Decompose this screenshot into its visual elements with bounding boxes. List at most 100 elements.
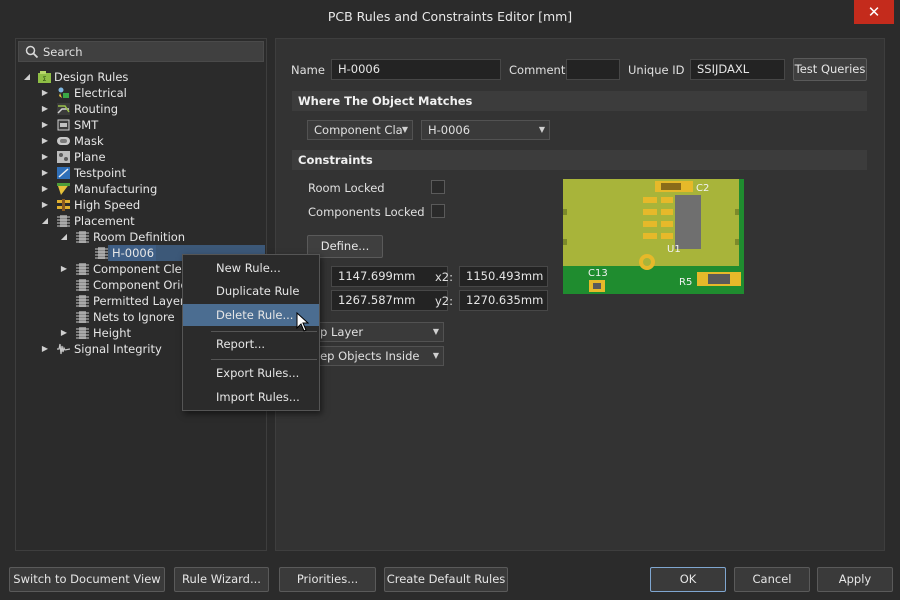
select-value: op Layer (313, 325, 364, 339)
name-input[interactable]: H-0006 (331, 59, 501, 80)
r5-label: R5 (679, 277, 692, 288)
close-button[interactable]: ✕ (854, 0, 894, 24)
expand-arrow-icon[interactable]: ▶ (59, 261, 69, 277)
confinement-select[interactable]: eep Objects Inside ▼ (306, 346, 444, 366)
tree-label: Routing (74, 102, 119, 116)
context-menu: New Rule... Duplicate Rule Delete Rule..… (182, 254, 320, 411)
collapse-arrow-icon[interactable]: ◢ (40, 213, 50, 229)
cancel-button[interactable]: Cancel (734, 567, 810, 592)
y2-input[interactable]: 1270.635mm (459, 290, 548, 311)
x2-input[interactable]: 1150.493mm (459, 266, 548, 287)
components-locked-label: Components Locked (308, 205, 425, 219)
tree-label: Permitted Layers (93, 294, 191, 308)
tree-label: Signal Integrity (74, 342, 162, 356)
tree-label: Testpoint (74, 166, 126, 180)
signal-integrity-icon (57, 343, 70, 355)
menu-item-import-rules[interactable]: Import Rules... (183, 386, 319, 408)
tree-item-electrical[interactable]: ▶ Electrical (20, 85, 260, 101)
placement-icon (76, 231, 89, 243)
collapse-arrow-icon[interactable]: ◢ (59, 229, 69, 245)
rule-properties-panel: Name H-0006 Comment Unique ID SSIJDAXL T… (275, 38, 885, 551)
testpoint-icon (57, 167, 70, 179)
tree-item-plane[interactable]: ▶ Plane (20, 149, 260, 165)
expand-arrow-icon[interactable]: ▶ (40, 85, 50, 101)
tree-item-placement[interactable]: ◢ Placement (20, 213, 260, 229)
select-value: eep Objects Inside (313, 349, 420, 363)
window-title: PCB Rules and Constraints Editor [mm] (327, 9, 573, 24)
select-value: H-0006 (428, 123, 471, 137)
comment-label: Comment (509, 63, 566, 77)
unique-id-input[interactable]: SSIJDAXL (690, 59, 785, 80)
name-label: Name (291, 63, 325, 77)
priorities-button[interactable]: Priorities... (279, 567, 376, 592)
room-locked-checkbox[interactable] (431, 180, 445, 194)
expand-arrow-icon[interactable]: ▶ (59, 325, 69, 341)
placement-icon (76, 263, 89, 275)
match-object-select[interactable]: H-0006 ▼ (421, 120, 550, 140)
placement-icon (57, 215, 70, 227)
apply-button[interactable]: Apply (817, 567, 893, 592)
tree-item-testpoint[interactable]: ▶ Testpoint (20, 165, 260, 181)
c2-label: C2 (696, 183, 709, 194)
routing-icon (57, 103, 70, 115)
chevron-down-icon: ▼ (538, 125, 545, 134)
tree-item-smt[interactable]: ▶ SMT (20, 117, 260, 133)
tree-item-room-definition[interactable]: ◢ Room Definition (20, 229, 260, 245)
select-value: Component Cla (314, 123, 403, 137)
close-icon: ✕ (867, 3, 881, 21)
placement-icon (95, 247, 108, 259)
layer-select[interactable]: op Layer ▼ (306, 322, 444, 342)
comment-input[interactable] (566, 59, 620, 80)
placement-icon (76, 311, 89, 323)
where-section-header: Where The Object Matches (292, 91, 867, 111)
rule-wizard-button[interactable]: Rule Wizard... (174, 567, 269, 592)
search-input[interactable]: Search (18, 41, 264, 62)
expand-arrow-icon[interactable]: ▶ (40, 197, 50, 213)
collapse-arrow-icon[interactable]: ◢ (22, 69, 32, 85)
tree-label: Design Rules (54, 70, 129, 84)
ok-button[interactable]: OK (650, 567, 726, 592)
search-icon (25, 45, 39, 59)
tree-item-routing[interactable]: ▶ Routing (20, 101, 260, 117)
tree-label: Height (93, 326, 132, 340)
room-locked-label: Room Locked (308, 181, 385, 195)
expand-arrow-icon[interactable]: ▶ (40, 149, 50, 165)
unique-id-label: Unique ID (628, 63, 685, 77)
components-locked-checkbox[interactable] (431, 204, 445, 218)
tree-label: High Speed (74, 198, 141, 212)
test-queries-button[interactable]: Test Queries (793, 58, 867, 81)
title-bar: PCB Rules and Constraints Editor [mm] ✕ (0, 0, 900, 32)
create-default-rules-button[interactable]: Create Default Rules (384, 567, 508, 592)
switch-to-document-view-button[interactable]: Switch to Document View (9, 567, 165, 592)
tree-label: H-0006 (110, 245, 157, 261)
y1-input[interactable]: 1267.587mm (331, 290, 448, 311)
c13-label: C13 (588, 268, 608, 279)
tree-label: Component Orien (93, 278, 195, 292)
tree-item-high-speed[interactable]: ▶ High Speed (20, 197, 260, 213)
u1-chip (675, 195, 701, 249)
menu-item-export-rules[interactable]: Export Rules... (183, 362, 319, 384)
manufacturing-icon (57, 183, 70, 195)
u1-label: U1 (667, 244, 681, 255)
electrical-icon (58, 87, 69, 98)
menu-item-new-rule[interactable]: New Rule... (183, 257, 319, 279)
x2-label: x2: (435, 270, 453, 284)
tree-root-design-rules[interactable]: ◢ Σ Design Rules (20, 69, 260, 85)
x1-input[interactable]: 1147.699mm (331, 266, 448, 287)
expand-arrow-icon[interactable]: ▶ (40, 181, 50, 197)
menu-item-duplicate-rule[interactable]: Duplicate Rule (183, 280, 319, 302)
menu-item-report[interactable]: Report... (183, 333, 319, 355)
tree-item-mask[interactable]: ▶ Mask (20, 133, 260, 149)
smt-icon (57, 119, 70, 131)
tree-label: Component Clear (93, 262, 194, 276)
tree-item-manufacturing[interactable]: ▶ Manufacturing (20, 181, 260, 197)
match-type-select[interactable]: Component Cla ▼ (307, 120, 413, 140)
expand-arrow-icon[interactable]: ▶ (40, 341, 50, 357)
expand-arrow-icon[interactable]: ▶ (40, 101, 50, 117)
expand-arrow-icon[interactable]: ▶ (40, 117, 50, 133)
tree-label: Electrical (74, 86, 127, 100)
tree-label: Nets to Ignore (93, 310, 175, 324)
expand-arrow-icon[interactable]: ▶ (40, 165, 50, 181)
expand-arrow-icon[interactable]: ▶ (40, 133, 50, 149)
tree-label: Manufacturing (74, 182, 158, 196)
